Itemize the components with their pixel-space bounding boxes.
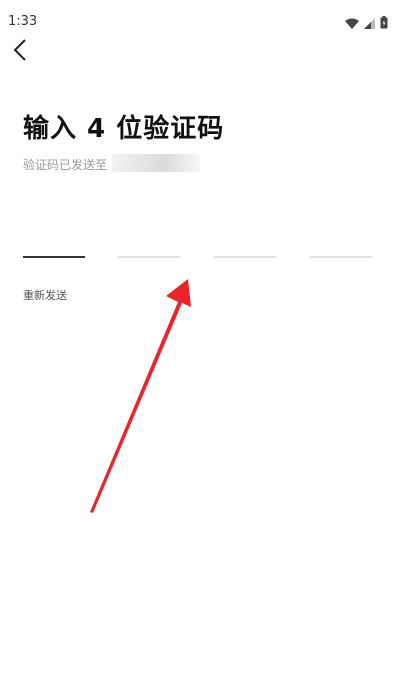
battery-icon xyxy=(380,14,388,33)
back-button[interactable] xyxy=(6,38,34,66)
annotation-arrow xyxy=(90,279,191,513)
code-digit-1[interactable] xyxy=(23,256,85,258)
redacted-phone-number xyxy=(112,154,200,172)
chevron-left-icon xyxy=(13,39,27,65)
status-time: 1:33 xyxy=(8,14,38,29)
code-input[interactable] xyxy=(23,256,375,259)
code-digit-3[interactable] xyxy=(214,256,276,258)
code-digit-2[interactable] xyxy=(118,256,180,258)
code-digit-4[interactable] xyxy=(310,256,372,258)
code-sent-subtitle: 验证码已发送至 xyxy=(23,158,108,172)
status-icons xyxy=(345,14,388,33)
signal-icon xyxy=(364,14,375,33)
red-arrow-icon xyxy=(90,279,191,513)
wifi-icon xyxy=(345,14,359,33)
page-title: 输入 4 位验证码 xyxy=(23,114,225,144)
resend-button[interactable]: 重新发送 xyxy=(23,287,67,303)
status-bar: 1:33 xyxy=(0,0,400,40)
